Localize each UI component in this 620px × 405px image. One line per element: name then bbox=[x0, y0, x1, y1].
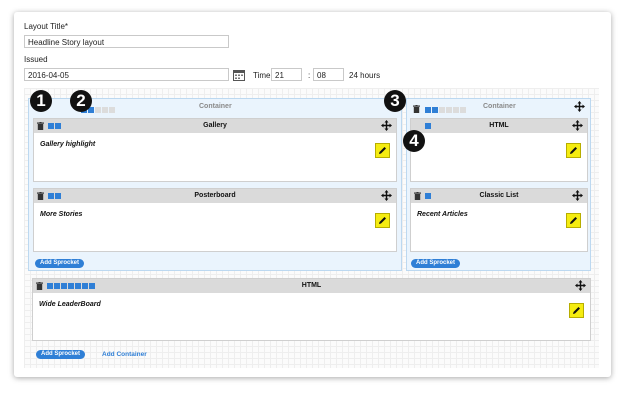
sprocket-header: HTML bbox=[411, 119, 587, 133]
container-column-selector[interactable] bbox=[425, 107, 466, 113]
pencil-icon[interactable] bbox=[569, 303, 584, 318]
hour-input[interactable]: 21 bbox=[271, 68, 302, 81]
pencil-icon[interactable] bbox=[566, 213, 581, 228]
trash-icon[interactable] bbox=[413, 105, 420, 113]
time-colon: : bbox=[308, 71, 311, 80]
time-label: Time bbox=[253, 71, 271, 80]
sprocket-header: Classic List bbox=[411, 189, 587, 203]
pencil-icon[interactable] bbox=[375, 213, 390, 228]
sprocket-header: HTML bbox=[33, 279, 590, 293]
move-icon[interactable] bbox=[381, 190, 392, 201]
layout-title-input[interactable]: Headline Story layout bbox=[24, 35, 229, 48]
move-icon[interactable] bbox=[574, 101, 585, 112]
callout-badge-3: 3 bbox=[384, 90, 406, 112]
pencil-icon[interactable] bbox=[375, 143, 390, 158]
sprocket-classic-list: Classic List Recent Articles bbox=[410, 188, 588, 252]
sprocket-body-text: Wide LeaderBoard bbox=[39, 301, 101, 308]
sprocket-header: Gallery bbox=[34, 119, 396, 133]
sprocket-title: HTML bbox=[489, 122, 509, 129]
layout-title-label: Layout Title* bbox=[24, 22, 69, 31]
callout-badge-4: 4 bbox=[403, 130, 425, 152]
sprocket-title: HTML bbox=[301, 282, 322, 289]
sprocket-title: Posterboard bbox=[194, 192, 236, 199]
sprocket-body-text: Gallery highlight bbox=[40, 141, 96, 148]
add-sprocket-button[interactable]: Add Sprocket bbox=[36, 350, 86, 359]
callout-badge-2: 2 bbox=[70, 90, 92, 112]
sprocket-html: HTML bbox=[410, 118, 588, 182]
add-sprocket-button[interactable]: Add Sprocket bbox=[35, 259, 85, 268]
container-title: Container bbox=[483, 103, 516, 110]
sprocket-header: Posterboard bbox=[34, 189, 396, 203]
sprocket-title: Gallery bbox=[203, 122, 227, 129]
pencil-icon[interactable] bbox=[566, 143, 581, 158]
issued-label: Issued bbox=[24, 55, 48, 64]
sprocket-body-text: Recent Articles bbox=[417, 211, 468, 218]
add-sprocket-button[interactable]: Add Sprocket bbox=[411, 259, 461, 268]
sprocket-gallery: Gallery Gallery highlight bbox=[33, 118, 397, 182]
add-container-link[interactable]: Add Container bbox=[102, 351, 147, 358]
move-icon[interactable] bbox=[381, 120, 392, 131]
container-left: Container Gallery Gallery highlight Post… bbox=[28, 98, 402, 271]
callout-badge-1: 1 bbox=[30, 90, 52, 112]
minute-input[interactable]: 08 bbox=[313, 68, 344, 81]
sprocket-wide-html: HTML Wide LeaderBoard bbox=[32, 278, 591, 341]
move-icon[interactable] bbox=[572, 190, 583, 201]
sprocket-title: Classic List bbox=[479, 192, 519, 199]
sprocket-body-text: More Stories bbox=[40, 211, 83, 218]
sprocket-posterboard: Posterboard More Stories bbox=[33, 188, 397, 252]
issued-date-input[interactable]: 2016-04-05 bbox=[24, 68, 229, 81]
container-title: Container bbox=[199, 103, 232, 110]
calendar-icon[interactable] bbox=[233, 69, 245, 81]
container-right: Container HTML Classic List Recent Artic… bbox=[406, 98, 591, 271]
move-icon[interactable] bbox=[572, 120, 583, 131]
time-format-label: 24 hours bbox=[349, 71, 381, 80]
move-icon[interactable] bbox=[575, 280, 586, 291]
layout-editor-panel: Layout Title* Headline Story layout Issu… bbox=[14, 12, 611, 377]
